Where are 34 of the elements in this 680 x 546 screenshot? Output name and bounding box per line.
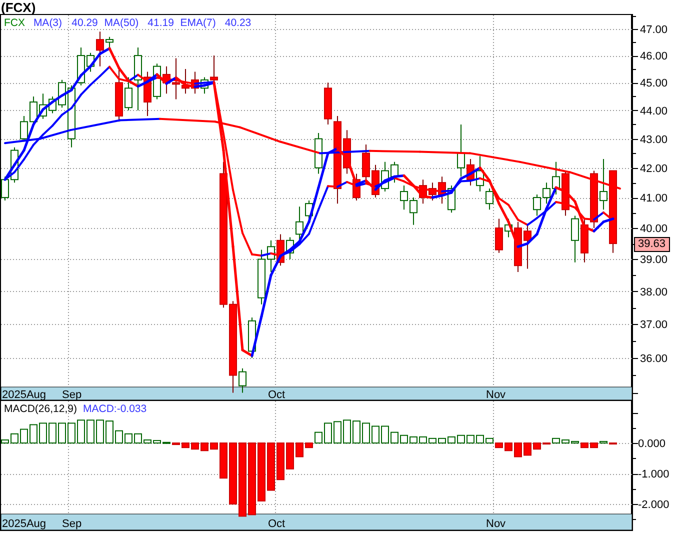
legend-label: MACD:-0.033 <box>83 403 147 415</box>
legend-label: 40.23 <box>224 17 252 29</box>
chart-title: (FCX) <box>1 0 36 15</box>
legend-label: FCX <box>4 17 25 29</box>
date-label: Oct <box>268 518 286 530</box>
axis-label: 40.00 <box>640 223 668 235</box>
axis-label: 37.00 <box>640 319 668 332</box>
axis-label: 39.00 <box>640 254 668 266</box>
date-label: Sep <box>62 389 82 401</box>
axis-label: 41.00 <box>640 192 668 205</box>
axis-label: 36.00 <box>640 353 668 366</box>
axis-label: 44.00 <box>640 105 668 118</box>
axis-label: 38.00 <box>640 286 668 298</box>
axis-label: -1.000 <box>638 468 670 480</box>
axis-label: 46.00 <box>640 50 668 63</box>
date-label: Oct <box>268 389 286 401</box>
axis-label: 0.000 <box>638 438 666 450</box>
date-label: Nov <box>486 518 506 530</box>
legend-label: MA(3) <box>33 17 62 29</box>
date-label: 2025Aug <box>2 389 46 401</box>
legend-label: 40.29 <box>72 17 98 29</box>
date-label: Sep <box>62 518 82 530</box>
axis-label: -2.000 <box>638 499 670 511</box>
last-price-tag: 39.63 <box>634 237 670 252</box>
legend-label: MA(50) <box>104 17 139 29</box>
date-label: 2025Aug <box>2 518 46 530</box>
axis-label: 43.00 <box>640 134 668 146</box>
axis-label: 47.00 <box>640 24 668 36</box>
legend-label: 41.19 <box>148 17 174 29</box>
axis-label: 45.00 <box>640 78 668 90</box>
legend-label: MACD(26,12,9) <box>4 403 77 415</box>
date-label: Nov <box>486 389 506 401</box>
legend-label: EMA(7) <box>180 17 216 29</box>
axis-label: 42.00 <box>640 162 668 175</box>
